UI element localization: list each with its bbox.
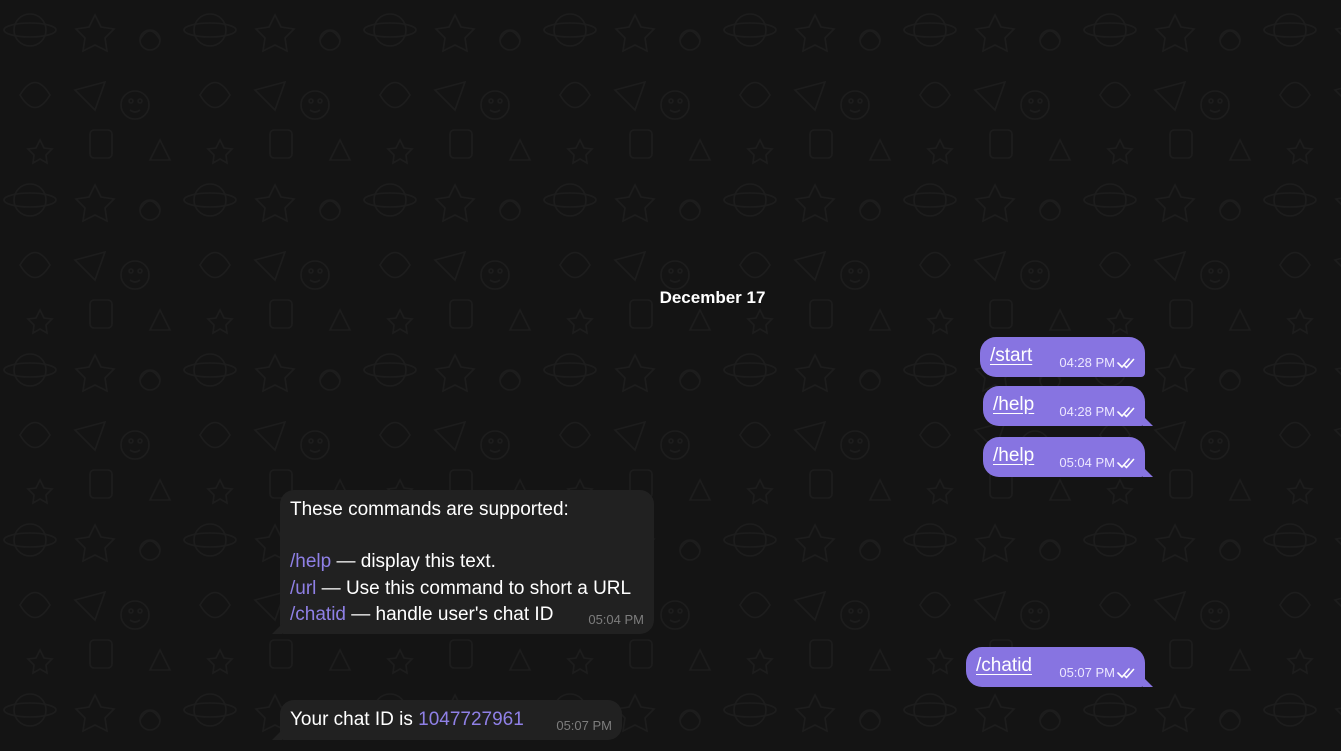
message-meta: 04:28 PM xyxy=(1059,355,1137,370)
message-meta: 05:04 PM xyxy=(1059,455,1137,470)
date-separator: December 17 xyxy=(659,288,766,307)
double-check-icon xyxy=(1117,457,1137,469)
message-meta: 05:07 PM xyxy=(1059,665,1137,680)
message-text: Your chat ID is 1047727961 xyxy=(290,709,524,731)
chat-view[interactable]: December 17 /start 04:28 PM /help 04:28 … xyxy=(0,0,1341,751)
command-description: — handle user's chat ID xyxy=(345,604,554,625)
message-time: 05:04 PM xyxy=(1059,455,1115,470)
double-check-icon xyxy=(1117,667,1137,679)
command-link[interactable]: /help xyxy=(993,445,1034,467)
command-link[interactable]: /chatid xyxy=(976,655,1032,677)
bubble-tail xyxy=(1143,467,1153,477)
chat-id-prefix: Your chat ID is xyxy=(290,709,419,730)
message-text: These commands are supported: xyxy=(290,499,569,520)
message-time: 05:04 PM xyxy=(588,612,644,627)
double-check-icon xyxy=(1117,357,1137,369)
command-line: /chatid — handle user's chat ID xyxy=(290,604,553,626)
outgoing-message[interactable]: /help 04:28 PM xyxy=(983,386,1153,426)
command-link[interactable]: /url xyxy=(290,578,316,599)
incoming-message[interactable]: Your chat ID is 1047727961 05:07 PM xyxy=(272,700,622,740)
chat-id-value[interactable]: 1047727961 xyxy=(418,709,524,730)
command-description: — display this text. xyxy=(331,551,496,572)
message-time: 04:28 PM xyxy=(1059,404,1115,419)
command-link[interactable]: /help xyxy=(290,551,331,572)
message-meta: 04:28 PM xyxy=(1059,404,1137,419)
command-line: /url — Use this command to short a URL xyxy=(290,578,631,600)
outgoing-message[interactable]: /chatid 05:07 PM xyxy=(966,647,1153,687)
command-line: /help — display this text. xyxy=(290,551,496,573)
outgoing-message[interactable]: /help 05:04 PM xyxy=(983,437,1153,477)
incoming-message[interactable]: These commands are supported: /help — di… xyxy=(272,490,654,634)
outgoing-message[interactable]: /start 04:28 PM xyxy=(980,337,1145,377)
command-link[interactable]: /help xyxy=(993,394,1034,416)
double-check-icon xyxy=(1117,406,1137,418)
bubble-tail xyxy=(1143,416,1153,426)
bubble-tail xyxy=(272,624,282,634)
message-time: 05:07 PM xyxy=(556,718,612,733)
command-link[interactable]: /start xyxy=(990,345,1032,367)
bubble-tail xyxy=(1143,677,1153,687)
message-time: 04:28 PM xyxy=(1059,355,1115,370)
message-time: 05:07 PM xyxy=(1059,665,1115,680)
bubble-tail xyxy=(272,730,282,740)
command-link[interactable]: /chatid xyxy=(290,604,346,625)
command-description: — Use this command to short a URL xyxy=(316,578,632,599)
